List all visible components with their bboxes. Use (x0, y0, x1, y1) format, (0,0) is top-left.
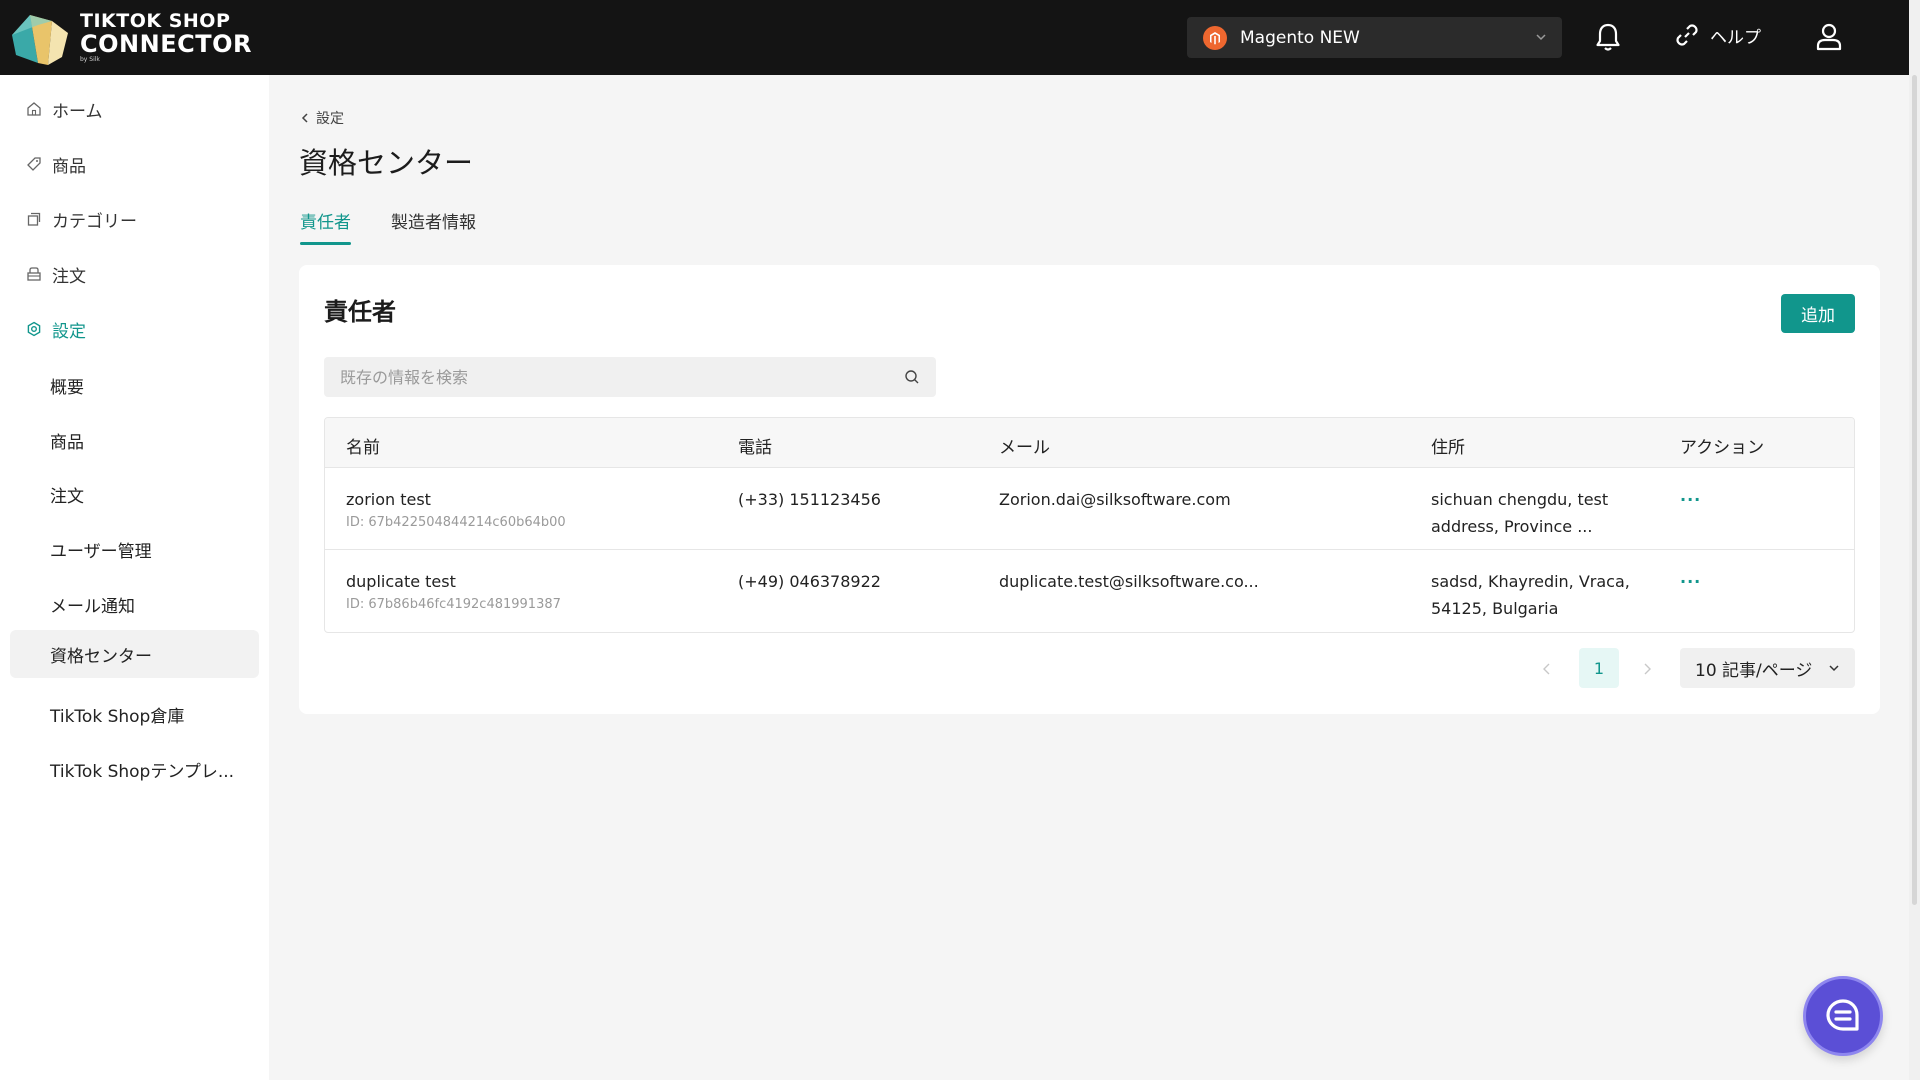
sidebar-subitem-label: TikTok Shopテンプレ... (50, 761, 235, 782)
sidebar-subitem-label: メール通知 (50, 596, 135, 617)
column-header-action: アクション (1680, 438, 1765, 458)
cell-address: sichuan chengdu, test address, Province … (1431, 490, 1609, 536)
search-input[interactable] (324, 358, 884, 396)
cell-email: duplicate.test@silksoftware.co... (999, 572, 1259, 591)
card-title: 責任者 (324, 298, 396, 326)
sidebar: ホーム 商品 カテゴリー 注文 設定 概要 商品 注文 ユーザー管理 メール通知… (0, 75, 269, 1080)
cell-name: duplicate test ID: 67b86b46fc4192c481991… (346, 568, 561, 615)
table-header: 名前 電話 メール 住所 アクション (325, 418, 1854, 468)
sidebar-item-label: カテゴリー (52, 211, 137, 232)
sidebar-item-products[interactable]: 商品 (10, 140, 259, 188)
sidebar-subitem-label: 資格センター (50, 646, 152, 667)
tag-icon (27, 157, 41, 171)
sidebar-subitem-overview[interactable]: 概要 (10, 361, 259, 409)
column-header-email: メール (999, 438, 1050, 458)
cell-action: ··· (1680, 568, 1701, 595)
sidebar-subitem-user-management[interactable]: ユーザー管理 (10, 525, 259, 573)
table-row: duplicate test ID: 67b86b46fc4192c481991… (325, 550, 1854, 632)
table-row: zorion test ID: 67b422504844214c60b64b00… (325, 468, 1854, 550)
column-header-name: 名前 (346, 438, 380, 458)
pagination-page-current[interactable]: 1 (1579, 648, 1619, 688)
page-title: 資格センター (299, 146, 474, 180)
help-label: ヘルプ (1710, 27, 1761, 48)
person-name: duplicate test (346, 572, 456, 591)
sidebar-subitem-label: 概要 (50, 377, 84, 398)
chat-button[interactable] (1803, 976, 1883, 1056)
sidebar-subitem-products[interactable]: 商品 (10, 416, 259, 464)
sidebar-item-label: 商品 (52, 156, 86, 177)
store-name: Magento NEW (1240, 27, 1360, 48)
chevron-left-icon (301, 113, 308, 123)
tab-manufacturer-info[interactable]: 製造者情報 (391, 208, 476, 245)
sidebar-item-label: ホーム (52, 101, 103, 122)
order-icon (27, 267, 41, 281)
sidebar-item-settings[interactable]: 設定 (10, 305, 259, 353)
chevron-down-icon (1829, 665, 1839, 672)
category-icon (27, 212, 41, 226)
sidebar-subitem-tiktok-warehouse[interactable]: TikTok Shop倉庫 (10, 690, 259, 738)
cell-email: Zorion.dai@silksoftware.com (999, 490, 1231, 509)
sidebar-subitem-label: 商品 (50, 432, 84, 453)
sidebar-item-orders[interactable]: 注文 (10, 250, 259, 298)
notification-bell-icon[interactable] (1594, 22, 1622, 56)
cell-name: zorion test ID: 67b422504844214c60b64b00 (346, 486, 566, 533)
person-name: zorion test (346, 490, 431, 509)
help-link[interactable]: ヘルプ (1674, 22, 1761, 48)
sidebar-subitem-label: ユーザー管理 (50, 541, 152, 562)
more-actions-icon[interactable]: ··· (1680, 490, 1701, 509)
breadcrumb-label: 設定 (316, 111, 344, 127)
sidebar-subitem-orders[interactable]: 注文 (10, 470, 259, 518)
cell-phone: (+49) 046378922 (738, 572, 881, 591)
breadcrumb[interactable]: 設定 (300, 108, 344, 128)
sidebar-subitem-label: TikTok Shop倉庫 (50, 706, 185, 727)
tab-bar: 責任者 製造者情報 (300, 208, 476, 245)
tab-responsible-person[interactable]: 責任者 (300, 208, 351, 245)
sidebar-item-label: 注文 (52, 266, 86, 287)
user-account-icon[interactable] (1815, 22, 1843, 56)
top-bar: TIKTOK SHOP CONNECTOR by Silk Magento NE… (0, 0, 1909, 75)
sidebar-item-categories[interactable]: カテゴリー (10, 195, 259, 243)
responsible-person-card: 責任者 追加 名前 電話 メール 住所 アクション zorion test ID… (299, 265, 1880, 714)
responsible-person-table: 名前 電話 メール 住所 アクション zorion test ID: 67b42… (324, 417, 1855, 633)
scrollbar-thumb[interactable] (1912, 75, 1917, 905)
more-actions-icon[interactable]: ··· (1680, 572, 1701, 591)
person-id: ID: 67b86b46fc4192c481991387 (346, 597, 561, 612)
pagination-prev-icon[interactable] (1539, 661, 1555, 677)
cell-phone: (+33) 151123456 (738, 490, 881, 509)
chat-icon (1826, 999, 1859, 1031)
magento-icon (1203, 25, 1227, 50)
home-icon (27, 102, 41, 116)
add-button[interactable]: 追加 (1781, 294, 1855, 333)
column-header-phone: 電話 (738, 438, 772, 458)
sidebar-subitem-qualification-center[interactable]: 資格センター (10, 630, 259, 678)
person-id: ID: 67b422504844214c60b64b00 (346, 515, 566, 530)
sidebar-item-label: 設定 (52, 321, 86, 342)
link-icon (1676, 24, 1698, 46)
settings-icon (27, 321, 41, 337)
chevron-down-icon (1536, 34, 1546, 41)
logo-byline: by Silk (80, 56, 100, 63)
search-icon[interactable] (904, 369, 920, 385)
logo-line-1: TIKTOK SHOP (80, 10, 231, 32)
sidebar-subitem-email-notifications[interactable]: メール通知 (10, 580, 259, 628)
sidebar-subitem-tiktok-template[interactable]: TikTok Shopテンプレ... (10, 745, 259, 793)
search-box (324, 357, 936, 397)
store-selector[interactable]: Magento NEW (1187, 17, 1562, 58)
cell-address: sadsd, Khayredin, Vraca, 54125, Bulgaria (1431, 572, 1630, 618)
pagination-next-icon[interactable] (1639, 661, 1655, 677)
page-size-label: 10 記事/ページ (1695, 660, 1813, 681)
column-header-address: 住所 (1431, 438, 1465, 458)
cell-action: ··· (1680, 486, 1701, 513)
sidebar-item-home[interactable]: ホーム (10, 85, 259, 133)
sidebar-subitem-label: 注文 (50, 486, 84, 507)
app-logo[interactable]: TIKTOK SHOP CONNECTOR by Silk (8, 0, 252, 75)
page-size-select[interactable]: 10 記事/ページ (1680, 648, 1855, 688)
logo-mark-icon (12, 14, 68, 65)
logo-line-2: CONNECTOR (80, 30, 252, 58)
